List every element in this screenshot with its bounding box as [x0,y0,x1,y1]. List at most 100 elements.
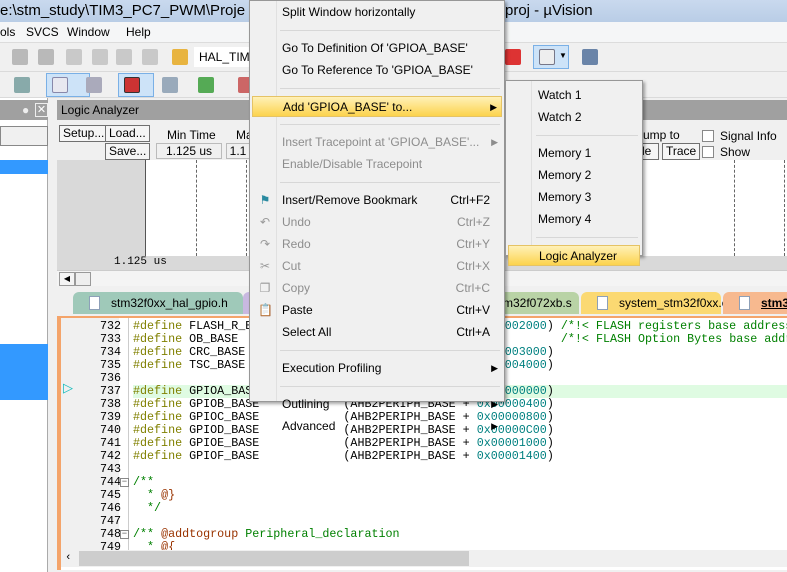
tab-label: stm32 [761,296,787,310]
menu-item-memory-3[interactable]: Memory 3 [508,187,640,208]
jump-trace-button[interactable]: Trace [662,143,701,160]
shortcut: Ctrl+C [455,281,490,295]
find-combo[interactable]: HAL_TIM_I [194,47,260,67]
selected-item[interactable] [0,160,48,174]
code-token: /*!< FLASH Option Bytes base addre [560,332,787,346]
logic-analyzer-icon [124,77,140,93]
fold-toggle-icon[interactable]: − [120,478,129,487]
signal-info-checkbox[interactable] [702,130,714,142]
menu-tools[interactable]: ols [0,25,15,39]
tab-stm32f0xx-hal-gpio-h[interactable]: stm32f0xx_hal_gpio.h [73,292,243,314]
bookmark-prev-icon[interactable] [12,49,28,65]
unindent-icon[interactable] [92,49,108,65]
menu-item-enable-disable-tracepoint: Enable/Disable Tracepoint [252,154,502,175]
menu-item-label: Execution Profiling [282,361,382,375]
min-time-value: 1.125 us [156,143,222,159]
menu-item-paste[interactable]: 📋 Paste Ctrl+V [252,300,502,321]
keyword: #define [133,345,190,359]
grid-line [784,160,785,256]
signal-list [57,160,145,256]
menu-item-select-all[interactable]: Select All Ctrl+A [252,322,502,343]
save-button[interactable]: Save... [105,143,151,160]
menu-item-label: Insert/Remove Bookmark [282,193,418,207]
menu-item-split-window-horizontally[interactable]: Split Window horizontally [252,2,502,23]
trace-window-icon[interactable] [162,77,178,93]
tab-stm32f072xb-s[interactable]: m32f072xb.s [497,292,579,314]
bookmark-icon: ⚑ [259,193,271,207]
wrench-icon[interactable] [582,49,598,65]
serial-window-icon[interactable] [86,77,102,93]
menu-item-watch-1[interactable]: Watch 1 [508,85,640,106]
menu-separator [280,88,500,89]
max-time-value: 1.1 [226,143,250,159]
load-button[interactable]: Load... [105,125,150,142]
scroll-left-icon[interactable]: ◀ [59,272,75,286]
menu-item-label: Cut [282,259,301,273]
menu-separator [280,182,500,183]
menu-item-label: Add 'GPIOA_BASE' to... [283,100,413,114]
show-cycles-checkbox[interactable] [702,146,714,158]
menu-item-redo: ↷ Redo Ctrl+Y [252,234,502,255]
menu-item-memory-4[interactable]: Memory 4 [508,209,640,230]
fold-toggle-icon[interactable]: − [120,530,129,539]
menu-item-label: Watch 2 [538,110,582,124]
menu-item-watch-2[interactable]: Watch 2 [508,107,640,128]
menu-separator [280,30,500,31]
tab-stm32-active[interactable]: stm32 [723,292,787,314]
menu-item-execution-profiling[interactable]: Execution Profiling ▶ [252,358,502,379]
menu-item-go-to-definition-of-gpioa-base[interactable]: Go To Definition Of 'GPIOA_BASE' [252,38,502,59]
menu-item-memory-2[interactable]: Memory 2 [508,165,640,186]
scroll-thumb[interactable] [75,272,91,286]
close-icon[interactable]: ✕ [35,103,48,117]
menu-svcs[interactable]: SVCS [26,25,59,39]
menu-item-go-to-reference-to-gpioa-base[interactable]: Go To Reference To 'GPIOA_BASE' [252,60,502,81]
setup-button[interactable]: Setup... [59,125,109,142]
scroll-thumb[interactable] [79,551,469,566]
menu-item-label: Outlining [282,397,330,411]
menu-item-label: Insert Tracepoint at 'GPIOA_BASE'... [282,135,480,149]
shortcut: Ctrl+Z [457,215,490,229]
window-layout-button[interactable]: ▼ [533,45,569,69]
comment-icon[interactable] [116,49,132,65]
call-stack-icon[interactable] [14,77,30,93]
tab-system-stm32f0xx-c[interactable]: system_stm32f0xx.c [581,292,728,314]
kill-breakpoints-icon[interactable] [505,49,521,65]
memory-window-button[interactable] [46,73,90,97]
menu-item-advanced[interactable]: Advanced ▶ [252,416,502,437]
menu-help[interactable]: Help [126,25,151,39]
comment: /** @addtogroup Peripheral_declaration [133,527,400,541]
grid-line [246,160,247,256]
open-folder-icon[interactable] [172,49,188,65]
menu-separator [536,237,638,238]
menu-separator [280,350,500,351]
menu-item-label: Go To Reference To 'GPIOA_BASE' [282,63,473,77]
tab-label: stm32f0xx_hal_gpio.h [111,296,228,310]
selected-item-2[interactable] [0,344,48,400]
menu-item-add-gpioa-base-to[interactable]: Add 'GPIOA_BASE' to... ▶ [252,96,502,117]
cut-icon: ✂ [259,259,271,273]
redo-icon: ↷ [259,237,271,251]
menu-item-insert-remove-bookmark[interactable]: ⚑ Insert/Remove Bookmark Ctrl+F2 [252,190,502,211]
jump-to-label: ump to [643,128,680,142]
uncomment-icon[interactable] [142,49,158,65]
window-icon [539,49,555,65]
copy-icon: ❐ [259,281,271,295]
editor-horizontal-scrollbar[interactable]: ‹ [61,550,787,567]
menu-item-outlining[interactable]: Outlining ▶ [252,394,502,415]
menu-item-memory-1[interactable]: Memory 1 [508,143,640,164]
pin-icon[interactable]: ● [22,103,29,117]
menu-item-logic-analyzer[interactable]: Logic Analyzer [508,245,640,266]
indent-icon[interactable] [66,49,82,65]
time-start: 1.125 us [114,256,167,268]
bookmark-next-icon[interactable] [38,49,54,65]
shortcut: Ctrl+A [456,325,490,339]
analysis-window-button[interactable] [118,73,154,97]
comment: /** [133,475,155,489]
menu-item-label: Split Window horizontally [282,5,416,19]
keyword: #define [133,384,190,398]
scroll-left-icon[interactable]: ‹ [65,552,72,564]
panel-tab[interactable] [0,126,48,146]
menu-window[interactable]: Window [67,25,110,39]
system-viewer-icon[interactable] [198,77,214,93]
undo-icon: ↶ [259,215,271,229]
